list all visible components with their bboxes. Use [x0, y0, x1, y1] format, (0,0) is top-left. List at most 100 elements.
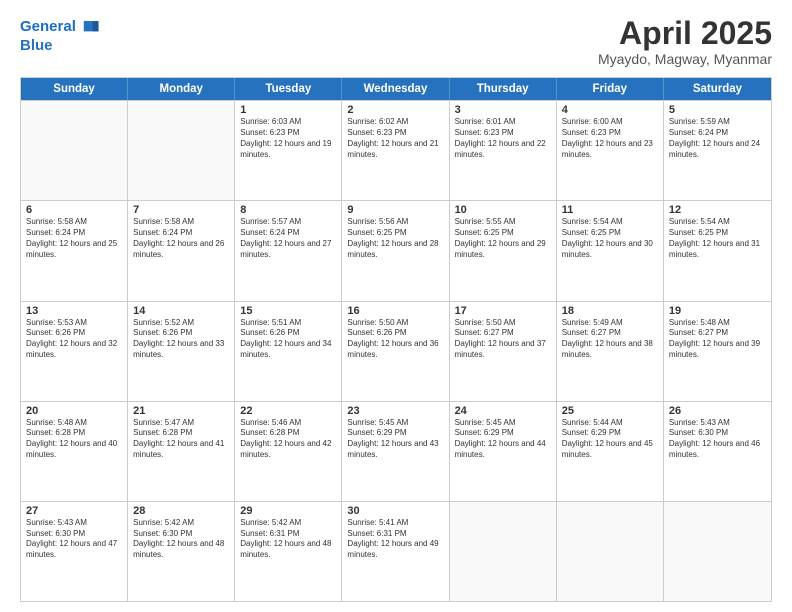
day-number: 25	[562, 405, 658, 417]
cal-cell-4-6: 25Sunrise: 5:44 AM Sunset: 6:29 PM Dayli…	[557, 402, 664, 501]
day-number: 22	[240, 405, 336, 417]
logo-text: General	[20, 19, 76, 36]
day-number: 9	[347, 204, 443, 216]
cal-cell-2-1: 6Sunrise: 5:58 AM Sunset: 6:24 PM Daylig…	[21, 201, 128, 300]
day-number: 16	[347, 305, 443, 317]
cal-cell-5-1: 27Sunrise: 5:43 AM Sunset: 6:30 PM Dayli…	[21, 502, 128, 601]
weekday-sunday: Sunday	[21, 78, 128, 100]
cal-cell-1-5: 3Sunrise: 6:01 AM Sunset: 6:23 PM Daylig…	[450, 101, 557, 200]
cell-detail: Sunrise: 5:42 AM Sunset: 6:31 PM Dayligh…	[240, 518, 336, 561]
cal-cell-3-1: 13Sunrise: 5:53 AM Sunset: 6:26 PM Dayli…	[21, 302, 128, 401]
cell-detail: Sunrise: 6:03 AM Sunset: 6:23 PM Dayligh…	[240, 117, 336, 160]
logo: General Blue	[20, 16, 100, 55]
day-number: 1	[240, 104, 336, 116]
cal-cell-1-2	[128, 101, 235, 200]
location: Myaydo, Magway, Myanmar	[598, 51, 772, 67]
cell-detail: Sunrise: 5:54 AM Sunset: 6:25 PM Dayligh…	[562, 217, 658, 260]
cell-detail: Sunrise: 5:50 AM Sunset: 6:26 PM Dayligh…	[347, 318, 443, 361]
header: General Blue April 2025 Myaydo, Magway, …	[20, 16, 772, 67]
day-number: 4	[562, 104, 658, 116]
cal-cell-5-2: 28Sunrise: 5:42 AM Sunset: 6:30 PM Dayli…	[128, 502, 235, 601]
cell-detail: Sunrise: 5:45 AM Sunset: 6:29 PM Dayligh…	[455, 418, 551, 461]
cell-detail: Sunrise: 5:46 AM Sunset: 6:28 PM Dayligh…	[240, 418, 336, 461]
cal-cell-4-7: 26Sunrise: 5:43 AM Sunset: 6:30 PM Dayli…	[664, 402, 771, 501]
calendar: Sunday Monday Tuesday Wednesday Thursday…	[20, 77, 772, 602]
weekday-thursday: Thursday	[450, 78, 557, 100]
day-number: 6	[26, 204, 122, 216]
cal-cell-1-3: 1Sunrise: 6:03 AM Sunset: 6:23 PM Daylig…	[235, 101, 342, 200]
page: General Blue April 2025 Myaydo, Magway, …	[0, 0, 792, 612]
cal-row-3: 13Sunrise: 5:53 AM Sunset: 6:26 PM Dayli…	[21, 301, 771, 401]
weekday-wednesday: Wednesday	[342, 78, 449, 100]
day-number: 12	[669, 204, 766, 216]
cal-cell-1-7: 5Sunrise: 5:59 AM Sunset: 6:24 PM Daylig…	[664, 101, 771, 200]
logo-text2: Blue	[20, 38, 53, 55]
cell-detail: Sunrise: 5:49 AM Sunset: 6:27 PM Dayligh…	[562, 318, 658, 361]
cal-cell-2-3: 8Sunrise: 5:57 AM Sunset: 6:24 PM Daylig…	[235, 201, 342, 300]
day-number: 29	[240, 505, 336, 517]
cell-detail: Sunrise: 5:44 AM Sunset: 6:29 PM Dayligh…	[562, 418, 658, 461]
cal-cell-5-4: 30Sunrise: 5:41 AM Sunset: 6:31 PM Dayli…	[342, 502, 449, 601]
cal-cell-2-2: 7Sunrise: 5:58 AM Sunset: 6:24 PM Daylig…	[128, 201, 235, 300]
cal-row-2: 6Sunrise: 5:58 AM Sunset: 6:24 PM Daylig…	[21, 200, 771, 300]
cell-detail: Sunrise: 6:00 AM Sunset: 6:23 PM Dayligh…	[562, 117, 658, 160]
logo-icon	[78, 16, 100, 38]
cal-row-4: 20Sunrise: 5:48 AM Sunset: 6:28 PM Dayli…	[21, 401, 771, 501]
cal-cell-3-4: 16Sunrise: 5:50 AM Sunset: 6:26 PM Dayli…	[342, 302, 449, 401]
weekday-saturday: Saturday	[664, 78, 771, 100]
cell-detail: Sunrise: 5:42 AM Sunset: 6:30 PM Dayligh…	[133, 518, 229, 561]
cell-detail: Sunrise: 5:58 AM Sunset: 6:24 PM Dayligh…	[26, 217, 122, 260]
cell-detail: Sunrise: 5:48 AM Sunset: 6:28 PM Dayligh…	[26, 418, 122, 461]
day-number: 21	[133, 405, 229, 417]
cell-detail: Sunrise: 5:59 AM Sunset: 6:24 PM Dayligh…	[669, 117, 766, 160]
weekday-tuesday: Tuesday	[235, 78, 342, 100]
title-block: April 2025 Myaydo, Magway, Myanmar	[598, 16, 772, 67]
cell-detail: Sunrise: 5:41 AM Sunset: 6:31 PM Dayligh…	[347, 518, 443, 561]
day-number: 18	[562, 305, 658, 317]
day-number: 24	[455, 405, 551, 417]
calendar-header: Sunday Monday Tuesday Wednesday Thursday…	[21, 78, 771, 100]
cal-cell-4-3: 22Sunrise: 5:46 AM Sunset: 6:28 PM Dayli…	[235, 402, 342, 501]
cal-row-5: 27Sunrise: 5:43 AM Sunset: 6:30 PM Dayli…	[21, 501, 771, 601]
cal-cell-4-5: 24Sunrise: 5:45 AM Sunset: 6:29 PM Dayli…	[450, 402, 557, 501]
cell-detail: Sunrise: 5:53 AM Sunset: 6:26 PM Dayligh…	[26, 318, 122, 361]
cal-cell-4-1: 20Sunrise: 5:48 AM Sunset: 6:28 PM Dayli…	[21, 402, 128, 501]
day-number: 30	[347, 505, 443, 517]
cell-detail: Sunrise: 5:55 AM Sunset: 6:25 PM Dayligh…	[455, 217, 551, 260]
day-number: 3	[455, 104, 551, 116]
day-number: 10	[455, 204, 551, 216]
day-number: 11	[562, 204, 658, 216]
cal-cell-5-5	[450, 502, 557, 601]
cell-detail: Sunrise: 5:56 AM Sunset: 6:25 PM Dayligh…	[347, 217, 443, 260]
cal-cell-1-6: 4Sunrise: 6:00 AM Sunset: 6:23 PM Daylig…	[557, 101, 664, 200]
cal-cell-2-6: 11Sunrise: 5:54 AM Sunset: 6:25 PM Dayli…	[557, 201, 664, 300]
day-number: 8	[240, 204, 336, 216]
day-number: 26	[669, 405, 766, 417]
cell-detail: Sunrise: 5:45 AM Sunset: 6:29 PM Dayligh…	[347, 418, 443, 461]
day-number: 13	[26, 305, 122, 317]
cell-detail: Sunrise: 5:54 AM Sunset: 6:25 PM Dayligh…	[669, 217, 766, 260]
day-number: 28	[133, 505, 229, 517]
cal-cell-3-3: 15Sunrise: 5:51 AM Sunset: 6:26 PM Dayli…	[235, 302, 342, 401]
cell-detail: Sunrise: 5:58 AM Sunset: 6:24 PM Dayligh…	[133, 217, 229, 260]
cell-detail: Sunrise: 5:47 AM Sunset: 6:28 PM Dayligh…	[133, 418, 229, 461]
day-number: 23	[347, 405, 443, 417]
cell-detail: Sunrise: 6:02 AM Sunset: 6:23 PM Dayligh…	[347, 117, 443, 160]
cal-cell-3-6: 18Sunrise: 5:49 AM Sunset: 6:27 PM Dayli…	[557, 302, 664, 401]
cal-cell-2-5: 10Sunrise: 5:55 AM Sunset: 6:25 PM Dayli…	[450, 201, 557, 300]
cell-detail: Sunrise: 5:48 AM Sunset: 6:27 PM Dayligh…	[669, 318, 766, 361]
cell-detail: Sunrise: 5:43 AM Sunset: 6:30 PM Dayligh…	[669, 418, 766, 461]
day-number: 20	[26, 405, 122, 417]
day-number: 27	[26, 505, 122, 517]
day-number: 19	[669, 305, 766, 317]
cal-cell-1-1	[21, 101, 128, 200]
cal-cell-3-7: 19Sunrise: 5:48 AM Sunset: 6:27 PM Dayli…	[664, 302, 771, 401]
cal-cell-4-4: 23Sunrise: 5:45 AM Sunset: 6:29 PM Dayli…	[342, 402, 449, 501]
day-number: 2	[347, 104, 443, 116]
cal-cell-5-3: 29Sunrise: 5:42 AM Sunset: 6:31 PM Dayli…	[235, 502, 342, 601]
cell-detail: Sunrise: 5:43 AM Sunset: 6:30 PM Dayligh…	[26, 518, 122, 561]
weekday-monday: Monday	[128, 78, 235, 100]
cal-cell-3-5: 17Sunrise: 5:50 AM Sunset: 6:27 PM Dayli…	[450, 302, 557, 401]
day-number: 7	[133, 204, 229, 216]
cal-row-1: 1Sunrise: 6:03 AM Sunset: 6:23 PM Daylig…	[21, 100, 771, 200]
